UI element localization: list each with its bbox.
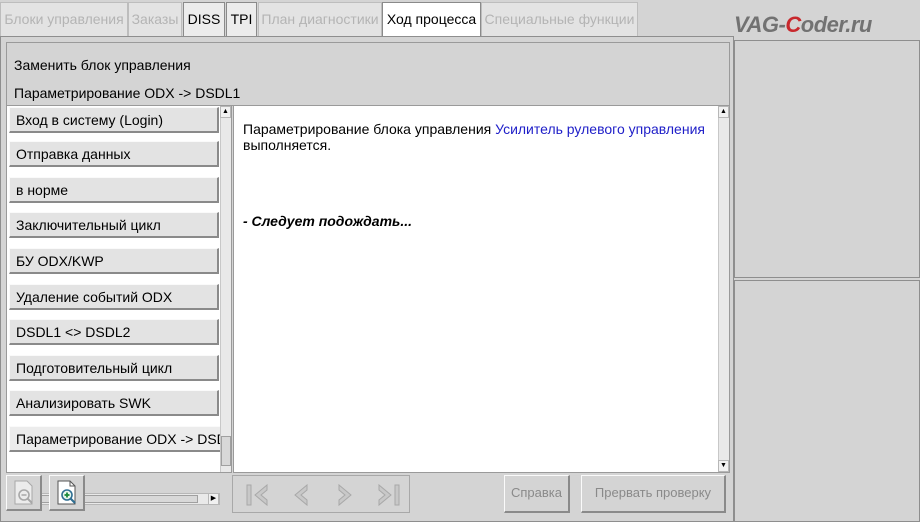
list-item[interactable]: DSDL1 <> DSDL2 [9, 319, 219, 345]
scroll-up-icon[interactable]: ▲ [718, 106, 729, 118]
list-item[interactable]: БУ ODX/KWP [9, 248, 219, 274]
list-item[interactable]: Подготовительный цикл [9, 355, 219, 381]
process-header: Заменить блок управления Параметрировани… [6, 42, 730, 106]
last-step-button[interactable] [369, 478, 409, 511]
list-item[interactable]: в норме [9, 177, 219, 203]
help-button[interactable]: Справка [504, 475, 570, 513]
message-panel: Параметрирование блока управления Усилит… [233, 105, 730, 473]
wait-message: - Следует подождать... [243, 213, 413, 229]
skip-to-last-icon [378, 483, 400, 507]
tab-diagnostic-plan[interactable]: План диагностики [258, 2, 382, 36]
first-step-button[interactable] [237, 478, 277, 511]
zoom-in-button[interactable] [49, 475, 85, 511]
watermark-logo: VAG-Coder.ru [734, 12, 872, 37]
abort-check-button[interactable]: Прервать проверку [581, 475, 726, 513]
zoom-out-page-icon [14, 480, 33, 505]
list-item[interactable]: Удаление событий ODX [9, 284, 219, 310]
skip-to-first-icon [246, 483, 268, 507]
right-panel-bottom [734, 280, 920, 522]
message-text: Параметрирование блока управления Усилит… [243, 121, 705, 153]
tab-special-functions[interactable]: Специальные функции [481, 2, 638, 36]
tab-tpi[interactable]: TPI [226, 2, 257, 36]
scroll-down-icon[interactable]: ▼ [718, 460, 729, 472]
scrollbar-thumb[interactable] [221, 436, 231, 466]
right-panel-top [734, 40, 920, 278]
next-icon [338, 483, 352, 507]
process-subtitle: Параметрирование ODX -> DSDL1 [14, 85, 241, 101]
scroll-right-icon[interactable]: ▶ [208, 493, 219, 505]
hscrollbar-thumb[interactable] [18, 495, 198, 503]
list-item[interactable]: Отправка данных [9, 141, 219, 167]
main-panel: Заменить блок управления Параметрировани… [0, 36, 734, 522]
tab-control-units[interactable]: Блоки управления [0, 2, 128, 36]
tab-diss[interactable]: DISS [183, 2, 225, 36]
list-item-selected[interactable]: Параметрирование ODX -> DSDL1 [9, 426, 229, 452]
zoom-out-button[interactable] [6, 475, 42, 511]
step-list-scrollbar[interactable]: ▲ [220, 106, 231, 472]
tab-process-progress[interactable]: Ход процесса [382, 2, 481, 39]
list-item[interactable]: Вход в систему (Login) [9, 107, 219, 133]
previous-step-button[interactable] [281, 478, 321, 511]
tab-orders[interactable]: Заказы [128, 2, 182, 36]
navigation-group [232, 475, 410, 513]
scroll-up-icon[interactable]: ▲ [220, 106, 231, 118]
zoom-in-page-icon [57, 480, 76, 505]
message-scrollbar[interactable]: ▲ ▼ [718, 106, 729, 472]
process-title: Заменить блок управления [14, 57, 191, 73]
previous-icon [294, 483, 308, 507]
control-unit-link[interactable]: Усилитель рулевого управления [495, 121, 705, 137]
list-item[interactable]: Анализировать SWK [9, 390, 219, 416]
list-item[interactable]: Заключительный цикл [9, 212, 219, 238]
step-list: Вход в систему (Login) Отправка данных в… [6, 105, 232, 473]
next-step-button[interactable] [325, 478, 365, 511]
